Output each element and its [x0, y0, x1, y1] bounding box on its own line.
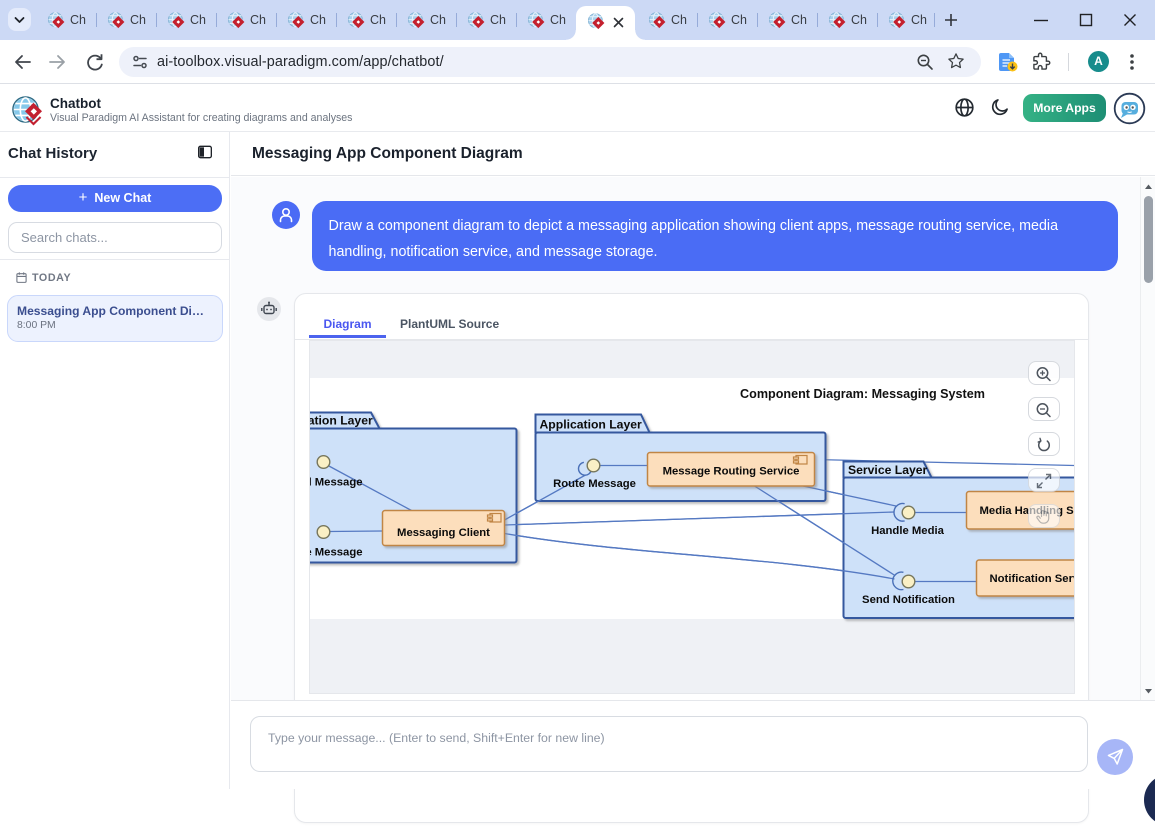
svg-text:Presentation Layer: Presentation Layer [310, 413, 373, 427]
svg-text:Notification Service: Notification Service [989, 573, 1074, 585]
svg-text:Component Diagram: Messaging S: Component Diagram: Messaging System [740, 387, 985, 401]
svg-text:Service Layer: Service Layer [848, 462, 928, 476]
svg-text:Send Notification: Send Notification [862, 594, 955, 606]
svg-text:Application Layer: Application Layer [539, 417, 642, 431]
svg-text:Handle Media: Handle Media [871, 525, 945, 537]
svg-text:Messaging Client: Messaging Client [397, 527, 490, 539]
svg-text:Receive Message: Receive Message [310, 546, 363, 558]
svg-text:Message Routing Service: Message Routing Service [662, 465, 799, 477]
svg-text:Route Message: Route Message [553, 478, 636, 490]
svg-text:Send Message: Send Message [310, 476, 363, 488]
